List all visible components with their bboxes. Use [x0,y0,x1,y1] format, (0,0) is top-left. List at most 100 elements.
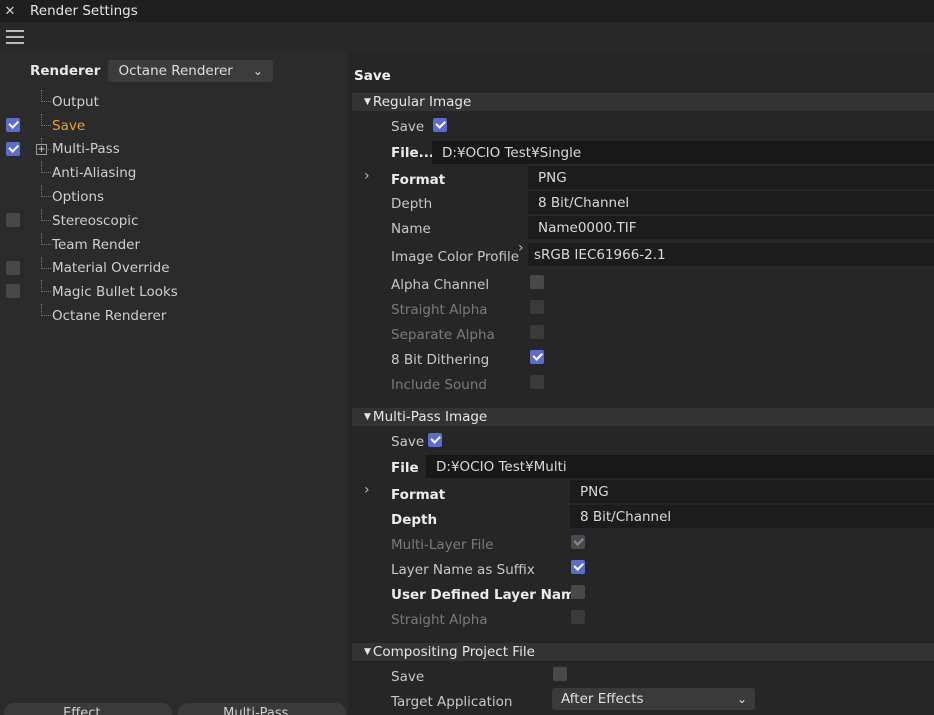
multi-format-dropdown[interactable]: PNG [570,480,934,503]
stereoscopic-enable-checkbox[interactable] [6,212,20,227]
material-override-enable-checkbox[interactable] [6,260,20,275]
target-application-dropdown[interactable]: After Effects ⌄ [552,688,755,710]
regular-save-label: Save [391,119,425,135]
chevron-right-icon[interactable]: › [364,482,370,498]
tree-item-label: Stereoscopic [52,212,139,229]
group-title: Compositing Project File [372,644,535,660]
tree-guide [41,304,51,317]
collapse-triangle-icon: ▼ [364,647,371,657]
regular-profile-label: Image Color Profile [391,249,520,265]
group-title: Regular Image [372,94,472,110]
multi-depth-label: Depth [391,512,438,528]
target-application-label: Target Application [391,694,513,710]
chevron-down-icon: ⌄ [736,692,747,706]
tree-guide [41,161,51,174]
tree-item-label: Team Render [52,236,141,253]
title-bar: ✕ Render Settings [0,0,934,22]
menu-bar [0,22,934,52]
compositing-save-checkbox[interactable] [553,667,567,681]
tree-item-label: Output [52,93,99,110]
layer-suffix-label: Layer Name as Suffix [391,562,535,578]
regular-name-dropdown[interactable]: Name0000.TIF [528,216,934,239]
group-title: Multi-Pass Image [372,409,488,425]
tree-item-team-render[interactable]: Team Render [0,232,348,257]
include-sound-checkbox[interactable] [530,375,544,389]
hamburger-menu-icon[interactable] [6,30,24,44]
layer-suffix-checkbox[interactable] [571,560,585,574]
tree-guide [41,90,51,102]
tree-guide [41,113,51,126]
user-layer-name-checkbox[interactable] [571,585,585,599]
multi-depth-dropdown[interactable]: 8 Bit/Channel [570,505,934,528]
tree-item-label: Material Override [52,260,170,277]
tree-item-magic-bullet-looks[interactable]: Magic Bullet Looks [0,280,348,304]
compositing-group-header[interactable]: ▼ Compositing Project File [352,643,934,661]
regular-save-checkbox[interactable] [433,118,447,132]
section-title: Save [354,68,391,84]
multi-layer-file-checkbox[interactable] [571,535,585,549]
tree-item-material-override[interactable]: Material Override [0,256,348,281]
expand-plus-icon[interactable]: + [36,143,47,155]
settings-tree: Output Save + Multi-Pass Anti-Aliasing O… [0,90,348,328]
regular-depth-dropdown[interactable]: 8 Bit/Channel [528,191,934,214]
regular-profile-field[interactable]: sRGB IEC61966-2.1 [528,243,934,266]
effect-button[interactable]: Effect... [4,703,172,715]
tree-item-multi-pass[interactable]: + Multi-Pass [0,137,348,162]
renderer-label: Renderer [30,63,101,79]
multi-file-label[interactable]: File [391,460,419,476]
straight-alpha-checkbox[interactable] [530,300,544,314]
multi-pass-enable-checkbox[interactable] [6,141,20,156]
separate-alpha-label: Separate Alpha [391,327,495,343]
tree-guide [41,256,51,269]
tree-item-label: Magic Bullet Looks [52,284,178,301]
magic-bullet-enable-checkbox[interactable] [6,284,20,299]
target-application-value: After Effects [561,691,644,707]
regular-format-label: Format [391,172,446,188]
tree-item-save[interactable]: Save [0,113,348,138]
multi-file-input[interactable]: D:¥OCIO Test¥Multi [426,455,934,478]
tree-guide [41,185,51,198]
close-icon[interactable]: ✕ [0,4,20,19]
tree-item-octane-renderer[interactable]: Octane Renderer [0,304,348,328]
user-layer-name-label: User Defined Layer Name [391,587,585,603]
multi-straight-alpha-checkbox[interactable] [571,610,585,624]
bottom-tabs: Effect... Multi-Pass... [0,703,348,715]
tree-guide [41,208,51,221]
tree-item-stereoscopic[interactable]: Stereoscopic [0,208,348,233]
collapse-triangle-icon: ▼ [364,412,371,422]
multi-pass-button[interactable]: Multi-Pass... [178,703,346,715]
dithering-label: 8 Bit Dithering [391,352,490,368]
alpha-channel-checkbox[interactable] [530,275,544,289]
multi-straight-alpha-label: Straight Alpha [391,612,488,628]
chevron-right-icon[interactable]: › [518,240,524,256]
tree-item-label: Anti-Aliasing [52,165,137,182]
tree-item-anti-aliasing[interactable]: Anti-Aliasing [0,161,348,185]
regular-name-label: Name [391,221,431,237]
tree-item-label: Multi-Pass [52,141,120,158]
save-enable-checkbox[interactable] [6,117,20,132]
multi-layer-file-label: Multi-Layer File [391,537,494,553]
include-sound-label: Include Sound [391,377,487,393]
compositing-save-label: Save [391,669,425,685]
regular-image-group-header[interactable]: ▼ Regular Image [352,93,934,111]
window-title: Render Settings [30,3,138,19]
multi-save-checkbox[interactable] [428,433,442,447]
multi-pass-group-header[interactable]: ▼ Multi-Pass Image [352,408,934,426]
renderer-dropdown[interactable]: Octane Renderer ⌄ [108,60,273,82]
regular-format-dropdown[interactable]: PNG [528,166,934,189]
multi-save-label: Save [391,434,425,450]
regular-file-input[interactable]: D:¥OCIO Test¥Single [432,141,934,164]
alpha-channel-label: Alpha Channel [391,277,490,293]
renderer-value: Octane Renderer [118,63,233,79]
right-panel: Save ▼ Regular Image Save File... D:¥OCI… [348,52,934,715]
separate-alpha-checkbox[interactable] [530,325,544,339]
chevron-right-icon[interactable]: › [364,168,370,184]
tree-item-output[interactable]: Output [0,90,348,114]
tree-item-label: Save [52,117,86,134]
tree-item-options[interactable]: Options [0,185,348,209]
collapse-triangle-icon: ▼ [364,97,371,107]
tree-guide [41,232,51,245]
regular-file-label[interactable]: File... [391,145,434,161]
dithering-checkbox[interactable] [530,350,544,364]
multi-format-label: Format [391,487,446,503]
